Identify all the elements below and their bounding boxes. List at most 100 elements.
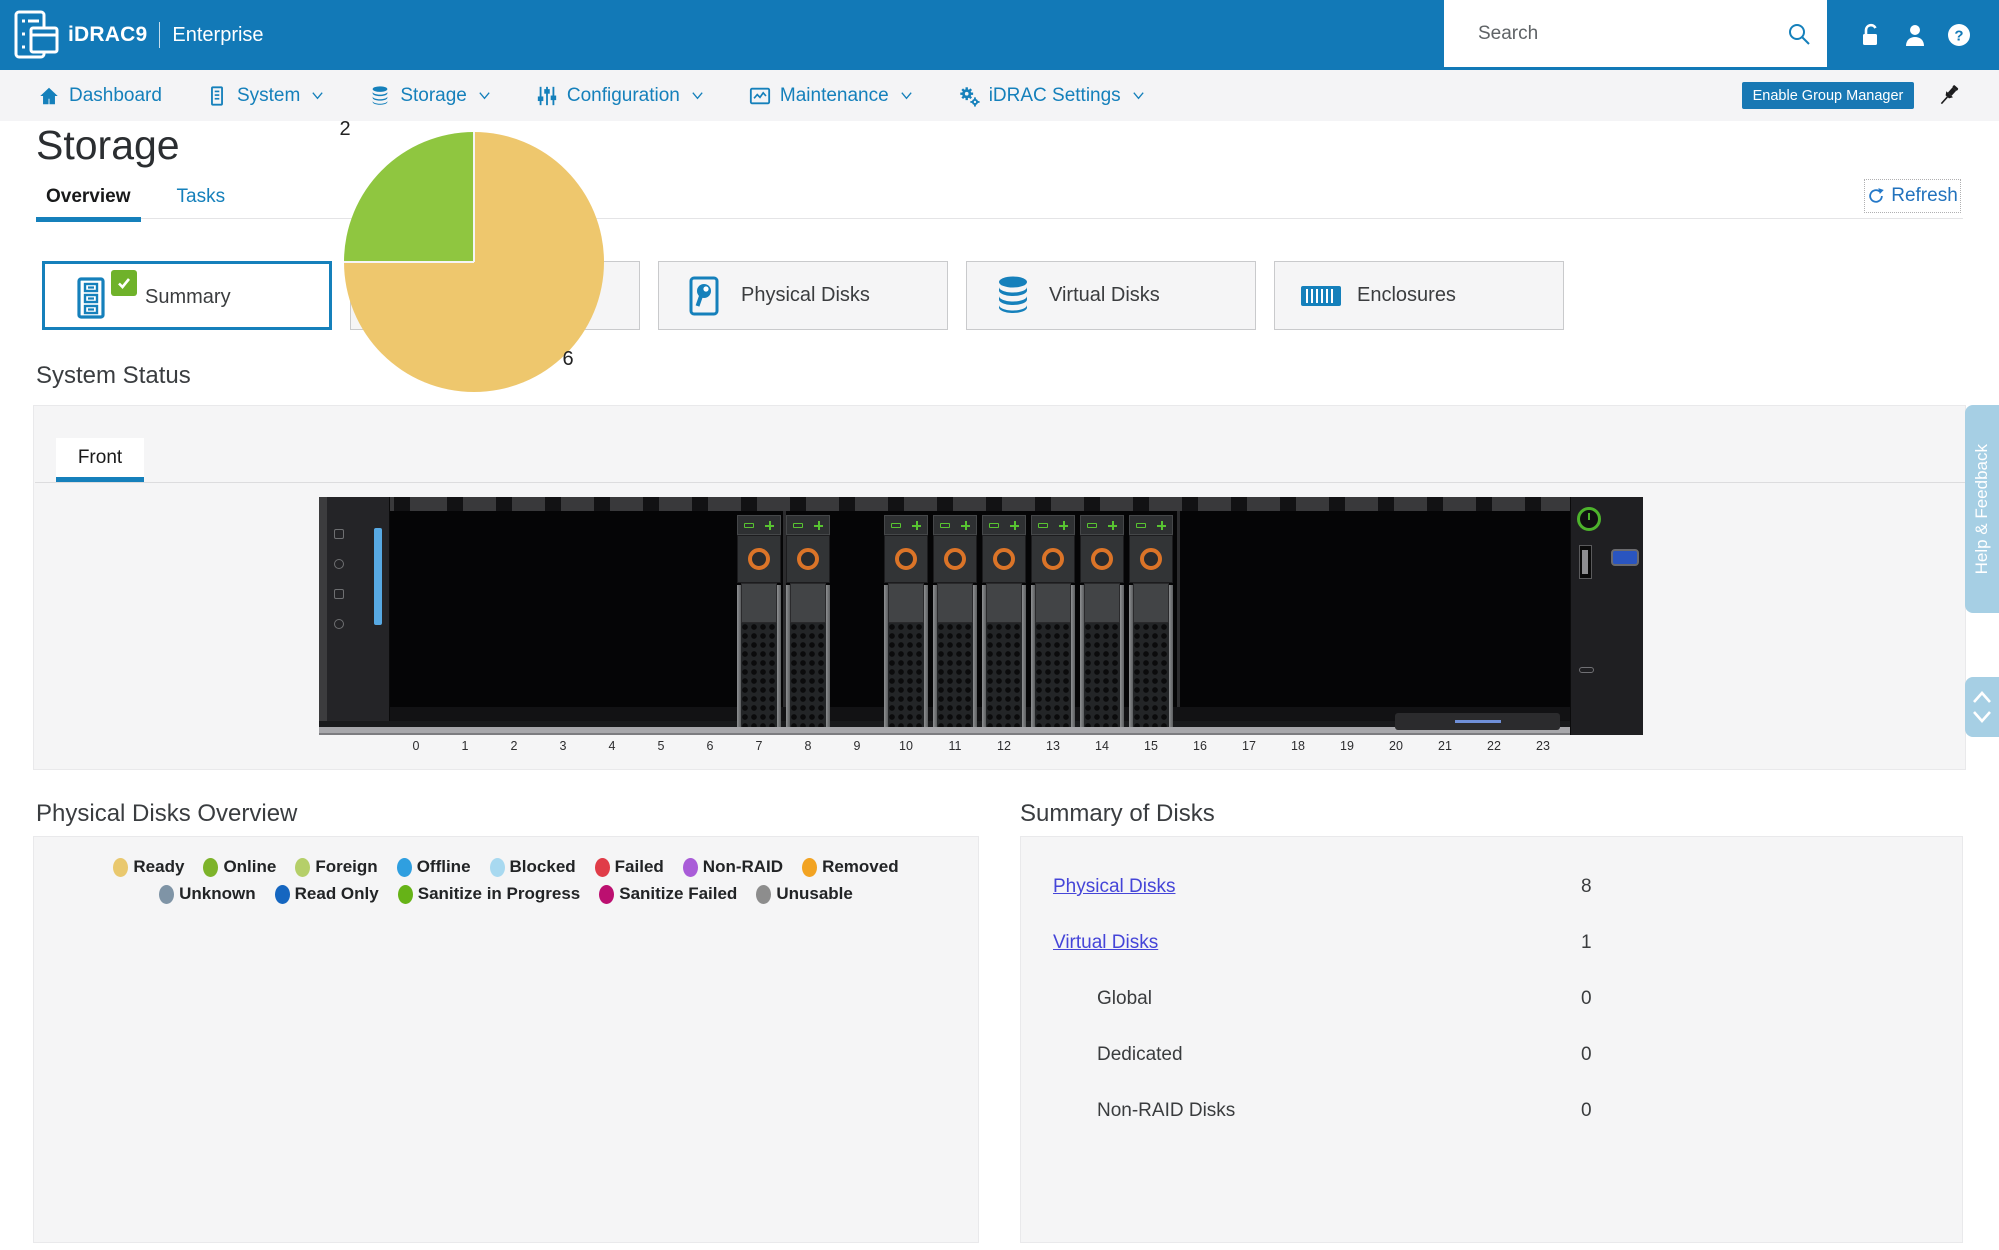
chassis-badge bbox=[1395, 713, 1560, 730]
brand: iDRAC9 Enterprise bbox=[68, 0, 264, 70]
storage-icon bbox=[369, 85, 391, 107]
chevron-down-icon bbox=[899, 88, 914, 103]
help-feedback-label: Help & Feedback bbox=[1972, 444, 1992, 574]
search-box bbox=[1444, 0, 1827, 67]
slot-number-22: 22 bbox=[1470, 739, 1518, 753]
slot-number-21: 21 bbox=[1421, 739, 1469, 753]
legend-dot bbox=[295, 858, 310, 877]
label-global: Global bbox=[1097, 988, 1152, 1010]
card-summary[interactable]: Summary bbox=[42, 261, 332, 330]
legend-label: Unknown bbox=[179, 884, 256, 904]
nav-item-storage[interactable]: Storage bbox=[369, 85, 492, 107]
scroll-tab bbox=[1965, 677, 1999, 737]
slot-number-13: 13 bbox=[1029, 739, 1077, 753]
card-physical-disks[interactable]: Physical Disks bbox=[658, 261, 948, 330]
nav-item-maintenance[interactable]: Maintenance bbox=[749, 85, 914, 107]
help-icon[interactable]: ? bbox=[1946, 22, 1972, 48]
tabs-divider bbox=[36, 218, 1963, 219]
summary-row-physical-disks: Physical Disks8 bbox=[1021, 859, 1964, 915]
configuration-icon bbox=[536, 85, 558, 107]
label-non-raid-disks: Non-RAID Disks bbox=[1097, 1100, 1235, 1122]
help-feedback-tab[interactable]: Help & Feedback bbox=[1965, 405, 1999, 613]
slot-number-12: 12 bbox=[980, 739, 1028, 753]
user-icon[interactable] bbox=[1902, 22, 1928, 48]
legend-dot bbox=[397, 858, 412, 877]
selected-check-icon bbox=[111, 270, 137, 296]
card-label: Summary bbox=[145, 264, 231, 331]
home-icon bbox=[38, 85, 60, 107]
legend-dot bbox=[683, 858, 698, 877]
slot-number-7: 7 bbox=[735, 739, 783, 753]
unlock-icon[interactable] bbox=[1858, 22, 1884, 48]
chassis-right-control-panel bbox=[1570, 497, 1643, 735]
tab-tasks[interactable]: Tasks bbox=[167, 186, 236, 222]
link-physical-disks[interactable]: Physical Disks bbox=[1053, 876, 1175, 898]
power-button-icon bbox=[1577, 507, 1601, 531]
summary-row-non-raid-disks: Non-RAID Disks0 bbox=[1021, 1083, 1964, 1139]
refresh-button[interactable]: Refresh bbox=[1864, 179, 1961, 213]
nav-item-label: System bbox=[237, 85, 300, 107]
card-enclosures[interactable]: Enclosures bbox=[1274, 261, 1564, 330]
search-icon[interactable] bbox=[1787, 22, 1811, 46]
legend-dot bbox=[275, 885, 290, 904]
legend-label: Failed bbox=[615, 857, 664, 877]
summary-icon bbox=[69, 276, 113, 320]
slot-number-9: 9 bbox=[833, 739, 881, 753]
chevron-up-icon[interactable] bbox=[1972, 690, 1992, 704]
slot-number-2: 2 bbox=[490, 739, 538, 753]
legend-item-online: Online bbox=[203, 857, 276, 877]
legend-item-unknown: Unknown bbox=[159, 884, 256, 904]
chevron-down-icon bbox=[690, 88, 705, 103]
summary-of-disks-panel: Physical Disks8Virtual Disks1Global0Dedi… bbox=[1020, 836, 1963, 1243]
enable-group-manager-button[interactable]: Enable Group Manager bbox=[1742, 82, 1914, 109]
legend-dot bbox=[599, 885, 614, 904]
slot-number-23: 23 bbox=[1519, 739, 1567, 753]
chassis-drive-bays bbox=[390, 511, 1570, 707]
legend-label: Online bbox=[223, 857, 276, 877]
nav-item-dashboard[interactable]: Dashboard bbox=[38, 85, 162, 107]
main-nav: Dashboard System Storage Configuration Maint… bbox=[0, 70, 1999, 121]
link-virtual-disks[interactable]: Virtual Disks bbox=[1053, 932, 1158, 954]
legend-label: Sanitize in Progress bbox=[418, 884, 581, 904]
pin-icon[interactable] bbox=[1936, 82, 1962, 109]
slot-number-14: 14 bbox=[1078, 739, 1126, 753]
legend-item-removed: Removed bbox=[802, 857, 899, 877]
nav-item-idrac-settings[interactable]: iDRAC Settings bbox=[958, 85, 1146, 107]
drive-slot-8 bbox=[786, 515, 830, 727]
refresh-label: Refresh bbox=[1891, 185, 1958, 207]
page-tabs: Overview Tasks bbox=[36, 186, 235, 222]
legend-dot bbox=[802, 858, 817, 877]
nav-item-configuration[interactable]: Configuration bbox=[536, 85, 705, 107]
front-view-tab[interactable]: Front bbox=[56, 438, 144, 482]
summary-of-disks-heading: Summary of Disks bbox=[1020, 800, 1215, 828]
legend-item-ready: Ready bbox=[113, 857, 184, 877]
usb-port bbox=[1579, 545, 1592, 579]
legend-dot bbox=[159, 885, 174, 904]
pie-label-ready: 6 bbox=[556, 348, 580, 371]
drive-slot-10 bbox=[884, 515, 928, 727]
refresh-icon bbox=[1867, 187, 1885, 205]
nav-item-system[interactable]: System bbox=[206, 85, 325, 107]
slot-number-19: 19 bbox=[1323, 739, 1371, 753]
chassis-top-rim bbox=[390, 497, 1570, 511]
legend-label: Read Only bbox=[295, 884, 379, 904]
legend-label: Ready bbox=[133, 857, 184, 877]
slot-number-1: 1 bbox=[441, 739, 489, 753]
chevron-down-icon[interactable] bbox=[1972, 710, 1992, 724]
chevron-down-icon bbox=[310, 88, 325, 103]
card-virtual-disks[interactable]: Virtual Disks bbox=[966, 261, 1256, 330]
search-input[interactable] bbox=[1444, 0, 1774, 67]
tab-overview[interactable]: Overview bbox=[36, 186, 141, 222]
settings-icon bbox=[958, 85, 980, 107]
legend-label: Sanitize Failed bbox=[619, 884, 737, 904]
value-dedicated: 0 bbox=[1581, 1044, 1592, 1066]
legend-item-non-raid: Non-RAID bbox=[683, 857, 783, 877]
slot-number-4: 4 bbox=[588, 739, 636, 753]
value-global: 0 bbox=[1581, 988, 1592, 1010]
nav-item-label: Maintenance bbox=[780, 85, 889, 107]
legend-label: Removed bbox=[822, 857, 899, 877]
summary-row-dedicated: Dedicated0 bbox=[1021, 1027, 1964, 1083]
value-virtual-disks: 1 bbox=[1581, 932, 1592, 954]
svg-text:?: ? bbox=[1954, 28, 1963, 45]
disk-status-legend: ReadyOnlineForeignOfflineBlockedFailedNo… bbox=[34, 857, 978, 904]
